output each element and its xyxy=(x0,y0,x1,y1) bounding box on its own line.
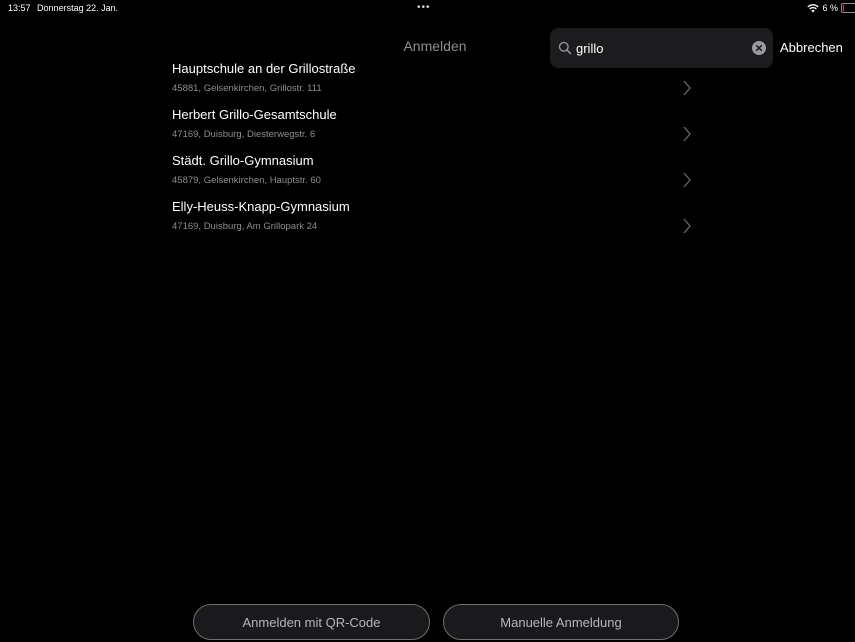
chevron-right-icon xyxy=(682,171,692,189)
list-item[interactable]: Städt. Grillo-Gymnasium 45879, Gelsenkir… xyxy=(172,149,702,195)
page-title: Anmelden xyxy=(403,38,467,54)
multitasking-handle[interactable]: ••• xyxy=(417,3,431,13)
school-address: 47169, Duisburg, Diesterwegstr. 6 xyxy=(172,129,316,140)
battery-level-fill xyxy=(843,5,844,11)
wifi-icon xyxy=(807,3,820,13)
status-date: Donnerstag 22. Jan. xyxy=(37,3,119,13)
school-address: 45879, Gelsenkirchen, Hauptstr. 60 xyxy=(172,175,321,186)
list-item[interactable]: Herbert Grillo-Gesamtschule 47169, Duisb… xyxy=(172,103,702,149)
status-time-date: 13:57 Donnerstag 22. Jan. xyxy=(8,3,118,13)
search-results-list: Hauptschule an der Grillostraße 45881, G… xyxy=(172,57,702,241)
qr-code-login-button[interactable]: Anmelden mit QR-Code xyxy=(193,604,430,640)
manual-login-button[interactable]: Manuelle Anmeldung xyxy=(443,604,679,640)
chevron-right-icon xyxy=(682,125,692,143)
school-name: Hauptschule an der Grillostraße xyxy=(172,61,356,76)
list-item[interactable]: Elly-Heuss-Knapp-Gymnasium 47169, Duisbu… xyxy=(172,195,702,241)
battery-low-icon xyxy=(841,3,855,13)
school-address: 45881, Gelsenkirchen, Grillostr. 111 xyxy=(172,83,322,94)
status-time: 13:57 xyxy=(8,3,31,13)
clear-icon[interactable] xyxy=(752,41,766,55)
list-item[interactable]: Hauptschule an der Grillostraße 45881, G… xyxy=(172,57,702,103)
status-bar: 13:57 Donnerstag 22. Jan. ••• 6 % xyxy=(0,0,855,20)
battery-percent: 6 % xyxy=(822,3,838,13)
chevron-right-icon xyxy=(682,79,692,97)
school-address: 47169, Duisburg, Am Grillopark 24 xyxy=(172,221,318,232)
school-name: Herbert Grillo-Gesamtschule xyxy=(172,107,337,122)
school-name: Elly-Heuss-Knapp-Gymnasium xyxy=(172,199,350,214)
chevron-right-icon xyxy=(682,217,692,235)
search-input[interactable] xyxy=(576,38,746,58)
search-icon xyxy=(558,41,572,55)
cancel-button[interactable]: Abbrechen xyxy=(780,40,843,56)
school-name: Städt. Grillo-Gymnasium xyxy=(172,153,314,168)
status-indicators: 6 % xyxy=(807,2,855,14)
